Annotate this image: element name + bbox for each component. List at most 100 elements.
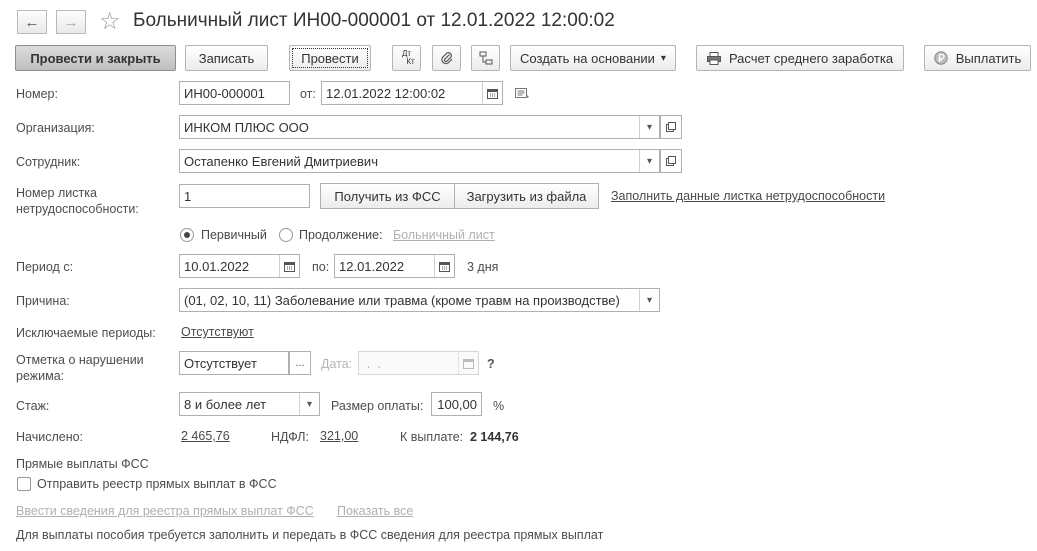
accrued-link[interactable]: 2 465,76 [181,429,230,443]
calendar-icon[interactable] [482,82,502,104]
radio-continuation-circle[interactable] [279,228,293,242]
period-label: Период с: [16,260,74,274]
seniority-label: Стаж: [16,399,50,413]
pay-label: Выплатить [955,50,1022,66]
employee-field[interactable]: Остапенко Евгений Дмитриевич ▾ [179,149,660,173]
document-date-value: 12.01.2022 12:00:02 [326,85,446,101]
employee-label: Сотрудник: [16,155,81,169]
period-to-value: 12.01.2022 [339,258,405,274]
page-title: Больничный лист ИН00-000001 от 12.01.202… [133,10,615,31]
radio-primary[interactable]: Первичный [180,228,267,242]
radio-continuation[interactable]: Продолжение: [279,228,383,242]
violation-date-label: Дата: [321,357,353,371]
load-from-file-button[interactable]: Загрузить из файла [454,183,599,209]
send-registry-label: Отправить реестр прямых выплат в ФСС [37,477,277,491]
chevron-down-icon[interactable]: ▾ [299,393,319,415]
open-organization-button[interactable] [660,115,682,139]
violation-select-button[interactable]: ... [289,351,311,375]
number-label: Номер: [16,87,58,101]
chevron-down-icon[interactable]: ▾ [639,116,659,138]
post-and-close-button[interactable]: Провести и закрыть [15,45,176,71]
pay-rate-field[interactable]: 100,00 [431,392,482,416]
reason-value: (01, 02, 10, 11) Заболевание или травма … [184,292,620,308]
calendar-icon[interactable] [434,255,454,277]
to-pay-label: К выплате: [400,430,464,444]
calendar-icon[interactable] [279,255,299,277]
attach-file-button[interactable] [432,45,461,71]
violation-date-value: . . [363,355,382,371]
radio-primary-label: Первичный [201,228,267,242]
to-pay-value: 2 144,76 [470,430,519,444]
pay-button[interactable]: Выплатить [924,45,1031,71]
continuation-sick-leave-link[interactable]: Больничный лист [393,228,495,242]
document-date-field[interactable]: 12.01.2022 12:00:02 [321,81,503,105]
organization-value: ИНКОМ ПЛЮС ООО [184,119,309,135]
date-from-label: от: [300,87,316,101]
get-from-fss-button[interactable]: Получить из ФСС [320,183,455,209]
violation-field[interactable]: Отсутствует [179,351,289,375]
violation-label-line1: Отметка о нарушении [16,353,144,367]
radio-continuation-label: Продолжение: [299,228,383,242]
excluded-periods-label: Исключаемые периоды: [16,326,156,340]
arrow-right-icon: → [63,13,79,31]
violation-label: Отметка о нарушении режима: [16,352,144,384]
arrow-left-icon: ← [24,13,40,31]
open-icon [666,156,676,166]
fill-sheet-data-link[interactable]: Заполнить данные листка нетрудоспособнос… [611,189,885,203]
average-earnings-button[interactable]: Расчет среднего заработка [696,45,904,71]
ndfl-link[interactable]: 321,00 [320,429,358,443]
favorite-star-icon[interactable]: ☆ [99,7,121,36]
footer-note: Для выплаты пособия требуется заполнить … [16,528,604,542]
organization-field[interactable]: ИНКОМ ПЛЮС ООО ▾ [179,115,660,139]
radio-primary-circle[interactable] [180,228,194,242]
paperclip-icon [440,52,452,65]
percent-sign: % [493,399,505,413]
printer-icon [706,51,721,65]
chevron-down-icon: ▾ [660,52,666,64]
show-all-link[interactable]: Показать все [337,504,413,518]
average-earnings-label: Расчет среднего заработка [728,50,894,66]
send-registry-checkbox[interactable] [17,477,31,491]
seniority-select[interactable]: 8 и более лет ▾ [179,392,320,416]
period-to-field[interactable]: 12.01.2022 [334,254,455,278]
history-icon[interactable] [515,87,531,104]
forward-button[interactable]: → [56,10,86,34]
sheet-number-field[interactable]: 1 [179,184,310,208]
violation-date-field: . . [358,351,479,375]
period-days: 3 дня [467,260,499,274]
chevron-down-icon[interactable]: ▾ [639,150,659,172]
organization-label: Организация: [16,121,95,135]
structure-icon [479,51,492,65]
open-employee-button[interactable] [660,149,682,173]
pay-rate-label: Размер оплаты: [331,399,424,413]
kt-label: Кт [406,57,415,66]
seniority-value: 8 и более лет [184,396,267,412]
create-based-on-label: Создать на основании [520,50,655,66]
chevron-down-icon[interactable]: ▾ [639,289,659,311]
ruble-icon [934,51,948,65]
employee-value: Остапенко Евгений Дмитриевич [184,153,378,169]
post-button[interactable]: Провести [289,45,371,71]
excluded-periods-link[interactable]: Отсутствуют [181,325,254,339]
dt-kt-button[interactable]: Дт Кт [392,45,421,71]
number-field[interactable]: ИН00-000001 [179,81,290,105]
violation-label-line2: режима: [16,369,65,383]
calendar-icon [458,352,478,374]
sheet-number-label-line2: нетрудоспособности: [16,202,139,216]
back-button[interactable]: ← [17,10,47,34]
save-button[interactable]: Записать [185,45,268,71]
structure-button[interactable] [471,45,500,71]
open-icon [666,122,676,132]
sheet-number-label-line1: Номер листка [16,186,97,200]
period-from-value: 10.01.2022 [184,258,250,274]
sheet-number-label: Номер листка нетрудоспособности: [16,185,139,217]
enter-registry-info-link[interactable]: Ввести сведения для реестра прямых выпла… [16,504,314,518]
fss-section-title: Прямые выплаты ФСС [16,457,149,471]
reason-field[interactable]: (01, 02, 10, 11) Заболевание или травма … [179,288,660,312]
ndfl-label: НДФЛ: [271,430,309,444]
reason-label: Причина: [16,294,70,308]
help-question-icon[interactable]: ? [487,356,495,372]
accrued-label: Начислено: [16,430,84,444]
period-from-field[interactable]: 10.01.2022 [179,254,300,278]
create-based-on-button[interactable]: Создать на основании ▾ [510,45,676,71]
